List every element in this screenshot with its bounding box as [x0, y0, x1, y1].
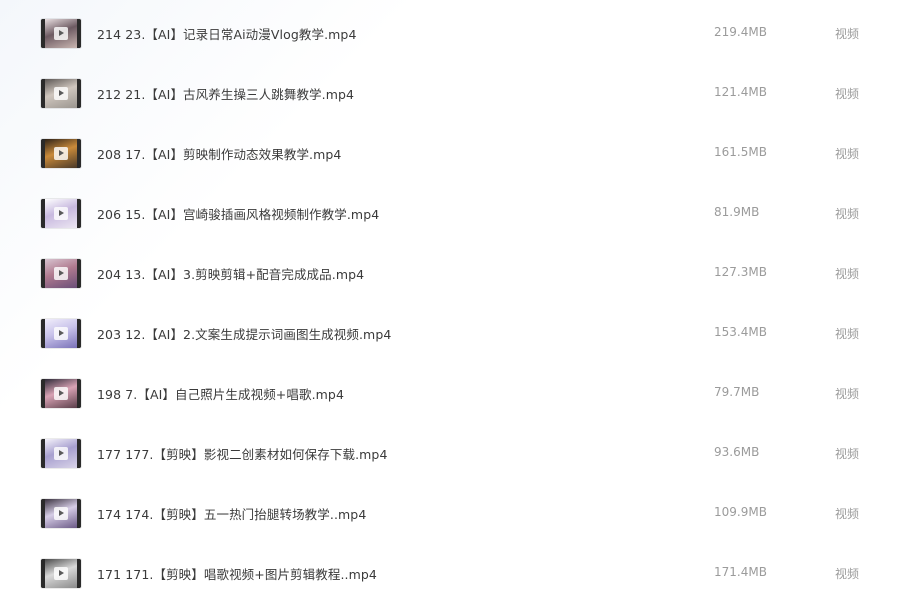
film-strip-left	[41, 439, 45, 468]
file-size: 93.6MB	[714, 445, 760, 459]
film-strip-right	[77, 439, 81, 468]
file-row[interactable]: 212 21.【AI】古风养生操三人跳舞教学.mp4 121.4MB 视频	[0, 64, 899, 124]
film-strip-left	[41, 559, 45, 588]
play-icon	[54, 147, 68, 160]
video-thumbnail[interactable]	[41, 319, 81, 348]
file-type: 视频	[835, 387, 860, 401]
film-strip-left	[41, 319, 45, 348]
film-strip-left	[41, 499, 45, 528]
file-name[interactable]: 204 13.【AI】3.剪映剪辑+配音完成成品.mp4	[97, 264, 364, 283]
file-type: 视频	[835, 27, 860, 41]
file-type: 视频	[835, 327, 860, 341]
file-row[interactable]: 214 23.【AI】记录日常Ai动漫Vlog教学.mp4 219.4MB 视频	[0, 4, 899, 64]
file-type: 视频	[835, 567, 860, 581]
file-size: 161.5MB	[714, 145, 767, 159]
file-name[interactable]: 203 12.【AI】2.文案生成提示词画图生成视频.mp4	[97, 324, 391, 343]
video-thumbnail[interactable]	[41, 379, 81, 408]
film-strip-right	[77, 139, 81, 168]
file-name[interactable]: 214 23.【AI】记录日常Ai动漫Vlog教学.mp4	[97, 24, 357, 43]
video-thumbnail[interactable]	[41, 559, 81, 588]
film-strip-right	[77, 199, 81, 228]
film-strip-left	[41, 19, 45, 48]
film-strip-left	[41, 79, 45, 108]
play-icon	[54, 507, 68, 520]
film-strip-left	[41, 379, 45, 408]
play-icon	[54, 87, 68, 100]
file-name[interactable]: 177 177.【剪映】影视二创素材如何保存下载.mp4	[97, 444, 388, 463]
film-strip-right	[77, 379, 81, 408]
film-strip-right	[77, 559, 81, 588]
video-thumbnail[interactable]	[41, 79, 81, 108]
film-strip-right	[77, 499, 81, 528]
play-icon	[54, 447, 68, 460]
file-size: 109.9MB	[714, 505, 767, 519]
file-name[interactable]: 171 171.【剪映】唱歌视频+图片剪辑教程..mp4	[97, 564, 377, 583]
file-list-page: 214 23.【AI】记录日常Ai动漫Vlog教学.mp4 219.4MB 视频…	[0, 0, 899, 601]
file-name[interactable]: 212 21.【AI】古风养生操三人跳舞教学.mp4	[97, 84, 354, 103]
play-icon	[54, 207, 68, 220]
play-icon	[54, 387, 68, 400]
video-thumbnail[interactable]	[41, 259, 81, 288]
film-strip-right	[77, 259, 81, 288]
file-size: 127.3MB	[714, 265, 767, 279]
video-thumbnail[interactable]	[41, 439, 81, 468]
file-row[interactable]: 204 13.【AI】3.剪映剪辑+配音完成成品.mp4 127.3MB 视频	[0, 244, 899, 304]
file-row[interactable]: 171 171.【剪映】唱歌视频+图片剪辑教程..mp4 171.4MB 视频	[0, 544, 899, 601]
file-size: 121.4MB	[714, 85, 767, 99]
file-type: 视频	[835, 447, 860, 461]
file-size: 171.4MB	[714, 565, 767, 579]
play-icon	[54, 267, 68, 280]
file-size: 81.9MB	[714, 205, 760, 219]
file-row[interactable]: 206 15.【AI】宫崎骏插画风格视频制作教学.mp4 81.9MB 视频	[0, 184, 899, 244]
file-row[interactable]: 198 7.【AI】自己照片生成视频+唱歌.mp4 79.7MB 视频	[0, 364, 899, 424]
file-name[interactable]: 208 17.【AI】剪映制作动态效果教学.mp4	[97, 144, 342, 163]
film-strip-left	[41, 259, 45, 288]
file-list: 214 23.【AI】记录日常Ai动漫Vlog教学.mp4 219.4MB 视频…	[0, 4, 899, 601]
file-type: 视频	[835, 267, 860, 281]
file-name[interactable]: 174 174.【剪映】五一热门抬腿转场教学..mp4	[97, 504, 366, 523]
film-strip-right	[77, 79, 81, 108]
file-name[interactable]: 198 7.【AI】自己照片生成视频+唱歌.mp4	[97, 384, 344, 403]
file-size: 79.7MB	[714, 385, 760, 399]
file-type: 视频	[835, 147, 860, 161]
play-icon	[54, 567, 68, 580]
video-thumbnail[interactable]	[41, 499, 81, 528]
film-strip-right	[77, 319, 81, 348]
file-row[interactable]: 174 174.【剪映】五一热门抬腿转场教学..mp4 109.9MB 视频	[0, 484, 899, 544]
file-size: 219.4MB	[714, 25, 767, 39]
video-thumbnail[interactable]	[41, 199, 81, 228]
file-type: 视频	[835, 507, 860, 521]
film-strip-right	[77, 19, 81, 48]
file-type: 视频	[835, 87, 860, 101]
file-type: 视频	[835, 207, 860, 221]
video-thumbnail[interactable]	[41, 19, 81, 48]
film-strip-left	[41, 199, 45, 228]
video-thumbnail[interactable]	[41, 139, 81, 168]
play-icon	[54, 27, 68, 40]
file-row[interactable]: 203 12.【AI】2.文案生成提示词画图生成视频.mp4 153.4MB 视…	[0, 304, 899, 364]
file-row[interactable]: 208 17.【AI】剪映制作动态效果教学.mp4 161.5MB 视频	[0, 124, 899, 184]
file-size: 153.4MB	[714, 325, 767, 339]
file-row[interactable]: 177 177.【剪映】影视二创素材如何保存下载.mp4 93.6MB 视频	[0, 424, 899, 484]
play-icon	[54, 327, 68, 340]
file-name[interactable]: 206 15.【AI】宫崎骏插画风格视频制作教学.mp4	[97, 204, 379, 223]
film-strip-left	[41, 139, 45, 168]
